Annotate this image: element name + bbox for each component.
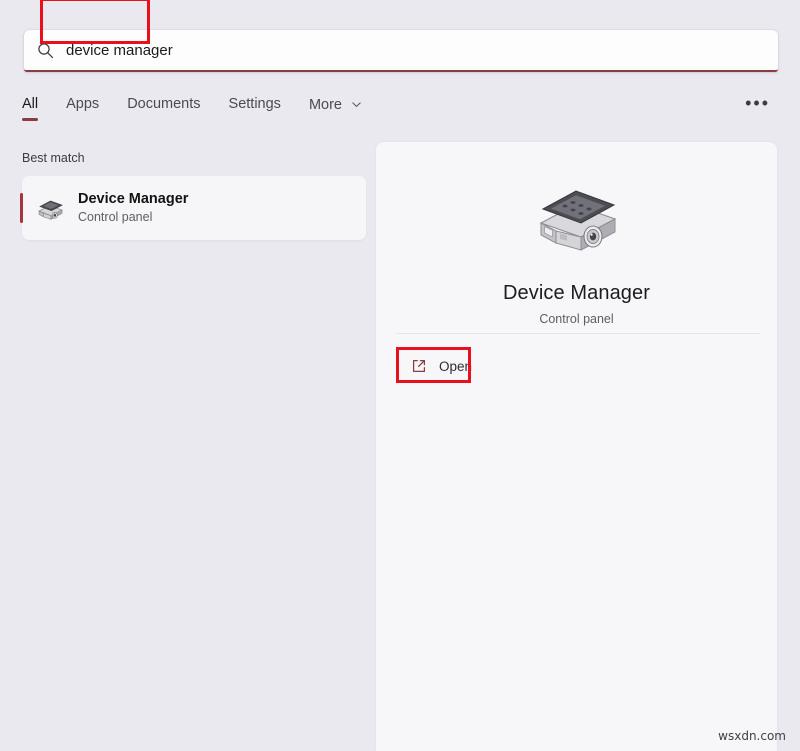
- tab-all[interactable]: All: [22, 96, 38, 121]
- watermark: wsxdn.com: [718, 729, 786, 743]
- tab-settings[interactable]: Settings: [229, 96, 281, 121]
- chevron-down-icon: [352, 96, 361, 112]
- preview-title: Device Manager: [376, 282, 777, 305]
- result-subtitle: Control panel: [78, 210, 188, 225]
- tab-more-label: More: [309, 97, 342, 113]
- result-title: Device Manager: [78, 191, 188, 208]
- search-box[interactable]: [24, 30, 778, 72]
- search-bar: [24, 30, 778, 72]
- preview-hero: Device Manager Control panel: [376, 142, 777, 326]
- tab-apps-label: Apps: [66, 96, 99, 112]
- tab-documents-label: Documents: [127, 96, 200, 112]
- windows-search-flyout: All Apps Documents Settings More ••• Bes…: [0, 0, 800, 751]
- results-column: Best match: [0, 140, 376, 751]
- tab-documents[interactable]: Documents: [127, 96, 200, 121]
- open-action-label: Open: [439, 359, 472, 374]
- tab-settings-label: Settings: [229, 96, 281, 112]
- search-icon: [24, 42, 66, 59]
- result-item-device-manager[interactable]: Device Manager Control panel: [22, 176, 366, 240]
- device-manager-icon: [529, 174, 625, 260]
- open-action[interactable]: Open: [402, 351, 480, 381]
- preview-divider: [396, 333, 760, 334]
- external-link-icon: [410, 357, 428, 375]
- result-text: Device Manager Control panel: [78, 191, 188, 225]
- selection-indicator: [20, 193, 23, 223]
- best-match-label: Best match: [22, 151, 85, 165]
- tab-all-label: All: [22, 96, 38, 112]
- device-manager-icon: [22, 194, 78, 222]
- filter-tabs: All Apps Documents Settings More •••: [0, 96, 800, 132]
- search-input[interactable]: [66, 30, 778, 70]
- more-options-button[interactable]: •••: [745, 96, 770, 119]
- preview-subtitle: Control panel: [376, 312, 777, 326]
- tab-apps[interactable]: Apps: [66, 96, 99, 121]
- preview-pane: Device Manager Control panel Open: [376, 142, 777, 751]
- tab-more[interactable]: More: [309, 96, 361, 122]
